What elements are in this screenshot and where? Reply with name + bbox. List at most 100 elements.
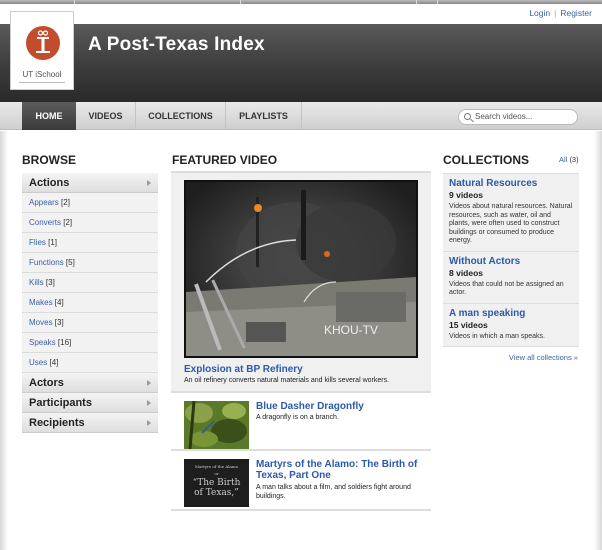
refinery-video-frame: KHOU-TV xyxy=(186,182,416,356)
collection-item[interactable]: A man speaking 15 videos Videos in which… xyxy=(443,302,579,347)
action-label[interactable]: Kills xyxy=(29,278,44,287)
all-collections-link[interactable]: All (3) xyxy=(559,155,579,164)
category-label: Actors xyxy=(29,377,64,389)
nav-playlists[interactable]: PLAYLISTS xyxy=(226,102,302,130)
login-link[interactable]: Login xyxy=(529,8,550,18)
video-title[interactable]: Martyrs of the Alamo: The Birth of Texas… xyxy=(256,459,426,481)
collection-item[interactable]: Without Actors 8 videos Videos that coul… xyxy=(443,250,579,303)
action-count: [3] xyxy=(54,318,64,327)
action-label[interactable]: Makes xyxy=(29,298,53,307)
action-item-appears[interactable]: Appears [2] xyxy=(22,193,158,213)
thumb-caption-line2: of Texas,” xyxy=(194,488,239,498)
search-icon xyxy=(464,113,471,120)
video-item[interactable]: Martyrs of the Alamo or “The Birth of Te… xyxy=(171,451,431,511)
video-title[interactable]: Blue Dasher Dragonfly xyxy=(256,401,426,412)
all-count: (3) xyxy=(569,155,579,164)
action-count: [1] xyxy=(48,238,58,247)
collection-description: Videos in which a man speaks. xyxy=(449,332,545,340)
category-actors[interactable]: Actors xyxy=(22,373,158,393)
collections-heading: COLLECTIONS xyxy=(443,153,529,167)
thumb-caption-small: Martyrs of the Alamo xyxy=(194,464,239,469)
action-label[interactable]: Uses xyxy=(29,358,47,367)
featured-video-description: An oil refinery converts natural materia… xyxy=(184,377,390,384)
chevron-right-icon xyxy=(147,420,151,426)
action-count: [16] xyxy=(57,338,72,347)
browse-heading: BROWSE xyxy=(22,153,76,167)
action-count: [3] xyxy=(45,278,55,287)
collection-count: 8 videos xyxy=(449,267,484,278)
nav-collections[interactable]: COLLECTIONS xyxy=(136,102,226,130)
search-input[interactable]: Search videos... xyxy=(458,109,578,125)
action-count: [5] xyxy=(65,258,75,267)
action-label[interactable]: Appears xyxy=(29,198,59,207)
nav-videos[interactable]: VIDEOS xyxy=(76,102,136,130)
logo[interactable]: UT iSchool xyxy=(10,11,74,90)
page-shadow-left xyxy=(0,131,8,550)
alamo-thumbnail[interactable]: Martyrs of the Alamo or “The Birth of Te… xyxy=(184,459,249,507)
register-link[interactable]: Register xyxy=(560,8,592,18)
dragonfly-thumbnail[interactable] xyxy=(184,401,249,449)
action-item-flies[interactable]: Flies [1] xyxy=(22,233,158,253)
action-item-functions[interactable]: Functions [5] xyxy=(22,253,158,273)
video-description: A dragonfly is on a branch. xyxy=(256,414,339,421)
action-count: [4] xyxy=(54,298,64,307)
action-item-moves[interactable]: Moves [3] xyxy=(22,313,158,333)
view-all-collections-link[interactable]: View all collections » xyxy=(443,353,579,362)
search-placeholder: Search videos... xyxy=(475,112,533,121)
featured-heading: FEATURED VIDEO xyxy=(172,153,278,167)
logo-underline xyxy=(19,82,65,83)
main-nav: HOME VIDEOS COLLECTIONS PLAYLISTS Search… xyxy=(0,102,602,130)
action-label[interactable]: Functions xyxy=(29,258,64,267)
category-label: Actions xyxy=(29,177,70,189)
page-shadow-right xyxy=(594,131,602,550)
featured-panel: KHOU-TV Explosion at BP Refinery An oil … xyxy=(171,171,431,511)
video-description: A man talks about a film, and soldiers f… xyxy=(256,484,411,500)
action-count: [2] xyxy=(61,198,70,207)
action-count: [4] xyxy=(49,358,59,367)
featured-video-player[interactable]: KHOU-TV xyxy=(184,180,418,358)
all-label[interactable]: All xyxy=(559,155,567,164)
action-count: [2] xyxy=(63,218,73,227)
featured-main: KHOU-TV Explosion at BP Refinery An oil … xyxy=(171,171,431,391)
category-label: Recipients xyxy=(29,417,85,429)
action-item-makes[interactable]: Makes [4] xyxy=(22,293,158,313)
category-participants[interactable]: Participants xyxy=(22,393,158,413)
collection-item[interactable]: Natural Resources 9 videos Videos about … xyxy=(443,173,579,251)
browse-panel: Actions Appears [2] Converts [2] Flies [… xyxy=(22,173,158,433)
collection-description: Videos about natural resources. Natural … xyxy=(449,203,573,244)
thumb-caption-or: or xyxy=(214,471,219,476)
featured-video-title[interactable]: Explosion at BP Refinery xyxy=(184,364,303,375)
chevron-right-icon xyxy=(147,180,151,186)
collection-title[interactable]: Without Actors xyxy=(449,256,573,267)
action-item-uses[interactable]: Uses [4] xyxy=(22,353,158,373)
action-label[interactable]: Converts xyxy=(29,218,61,227)
nav-home[interactable]: HOME xyxy=(22,102,76,130)
browser-top-strip xyxy=(0,0,602,4)
collection-description: Videos that could not be assigned an act… xyxy=(449,280,564,297)
collections-panel: Natural Resources 9 videos Videos about … xyxy=(443,173,579,362)
chevron-right-icon xyxy=(147,400,151,406)
site-title[interactable]: A Post-Texas Index xyxy=(88,34,265,56)
thumb-caption-line1: “The Birth xyxy=(192,478,241,488)
action-label[interactable]: Moves xyxy=(29,318,53,327)
chevron-right-icon xyxy=(147,380,151,386)
collection-count: 9 videos xyxy=(449,190,484,200)
action-item-speaks[interactable]: Speaks [16] xyxy=(22,333,158,353)
action-label[interactable]: Flies xyxy=(29,238,46,247)
masthead: A Post-Texas Index xyxy=(0,24,602,102)
separator: | xyxy=(554,8,557,18)
category-recipients[interactable]: Recipients xyxy=(22,413,158,433)
ischool-logo-icon xyxy=(26,26,60,60)
category-label: Participants xyxy=(29,397,92,409)
action-label[interactable]: Speaks xyxy=(29,338,56,347)
category-actions[interactable]: Actions xyxy=(22,173,158,193)
collection-title[interactable]: A man speaking xyxy=(449,308,573,319)
action-item-converts[interactable]: Converts [2] xyxy=(22,213,158,233)
video-watermark: KHOU-TV xyxy=(324,323,378,337)
video-item[interactable]: Blue Dasher Dragonfly A dragonfly is on … xyxy=(171,391,431,451)
collection-count: 15 videos xyxy=(449,319,488,330)
action-item-kills[interactable]: Kills [3] xyxy=(22,273,158,293)
logo-text: UT iSchool xyxy=(22,70,62,79)
user-links: Login | Register xyxy=(529,8,592,18)
collection-title[interactable]: Natural Resources xyxy=(449,178,573,189)
